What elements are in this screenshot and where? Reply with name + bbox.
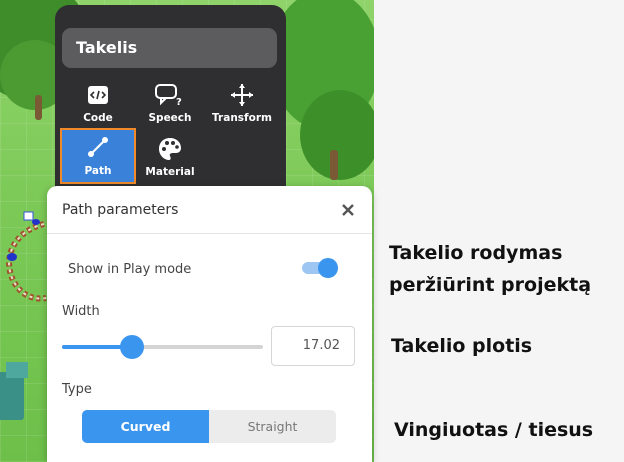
speech-label: Speech xyxy=(148,112,192,124)
speech-icon: ? xyxy=(133,79,207,111)
material-button[interactable]: Material xyxy=(133,133,207,185)
path-parameters-panel: Path parameters Show in Play mode Width … xyxy=(47,186,372,462)
path-button[interactable]: Path xyxy=(60,128,136,184)
scene-object xyxy=(6,362,28,378)
move-icon xyxy=(205,79,279,111)
toggle-knob xyxy=(318,258,338,278)
transform-label: Transform xyxy=(212,112,272,124)
path-label: Path xyxy=(84,165,112,177)
panel-title: Path parameters xyxy=(62,201,179,218)
type-segmented-control: Curved Straight xyxy=(82,410,336,443)
straight-option[interactable]: Straight xyxy=(209,410,336,443)
palette-icon xyxy=(133,133,207,165)
path-icon xyxy=(62,130,134,164)
transform-button[interactable]: Transform xyxy=(205,79,279,131)
caption-show-line2: peržiūrint projektą xyxy=(389,274,592,296)
width-input[interactable]: 17.02 xyxy=(271,326,355,366)
close-button[interactable] xyxy=(340,202,356,218)
type-label: Type xyxy=(62,382,92,397)
caption-show-line1: Takelio rodymas xyxy=(389,242,563,264)
code-icon xyxy=(61,79,135,111)
width-label: Width xyxy=(62,304,100,319)
width-slider[interactable] xyxy=(62,334,263,360)
object-name[interactable]: Takelis xyxy=(62,28,277,68)
scene-object xyxy=(0,372,24,420)
close-icon xyxy=(342,203,354,216)
show-in-play-toggle[interactable] xyxy=(302,258,338,278)
caption-type: Vingiuotas / tiesus xyxy=(394,419,594,441)
caption-width: Takelio plotis xyxy=(391,335,533,357)
curved-option[interactable]: Curved xyxy=(82,410,209,443)
show-in-play-row: Show in Play mode xyxy=(68,258,338,278)
speech-button[interactable]: ? Speech xyxy=(133,79,207,131)
material-label: Material xyxy=(145,166,195,178)
panel-header: Path parameters xyxy=(47,186,372,234)
object-menu: Takelis Code ? Speech Transform Path Mat… xyxy=(55,5,286,205)
code-label: Code xyxy=(83,112,113,124)
code-button[interactable]: Code xyxy=(61,79,135,131)
slider-thumb[interactable] xyxy=(120,335,145,359)
svg-text:?: ? xyxy=(176,97,182,107)
show-in-play-label: Show in Play mode xyxy=(68,262,192,277)
